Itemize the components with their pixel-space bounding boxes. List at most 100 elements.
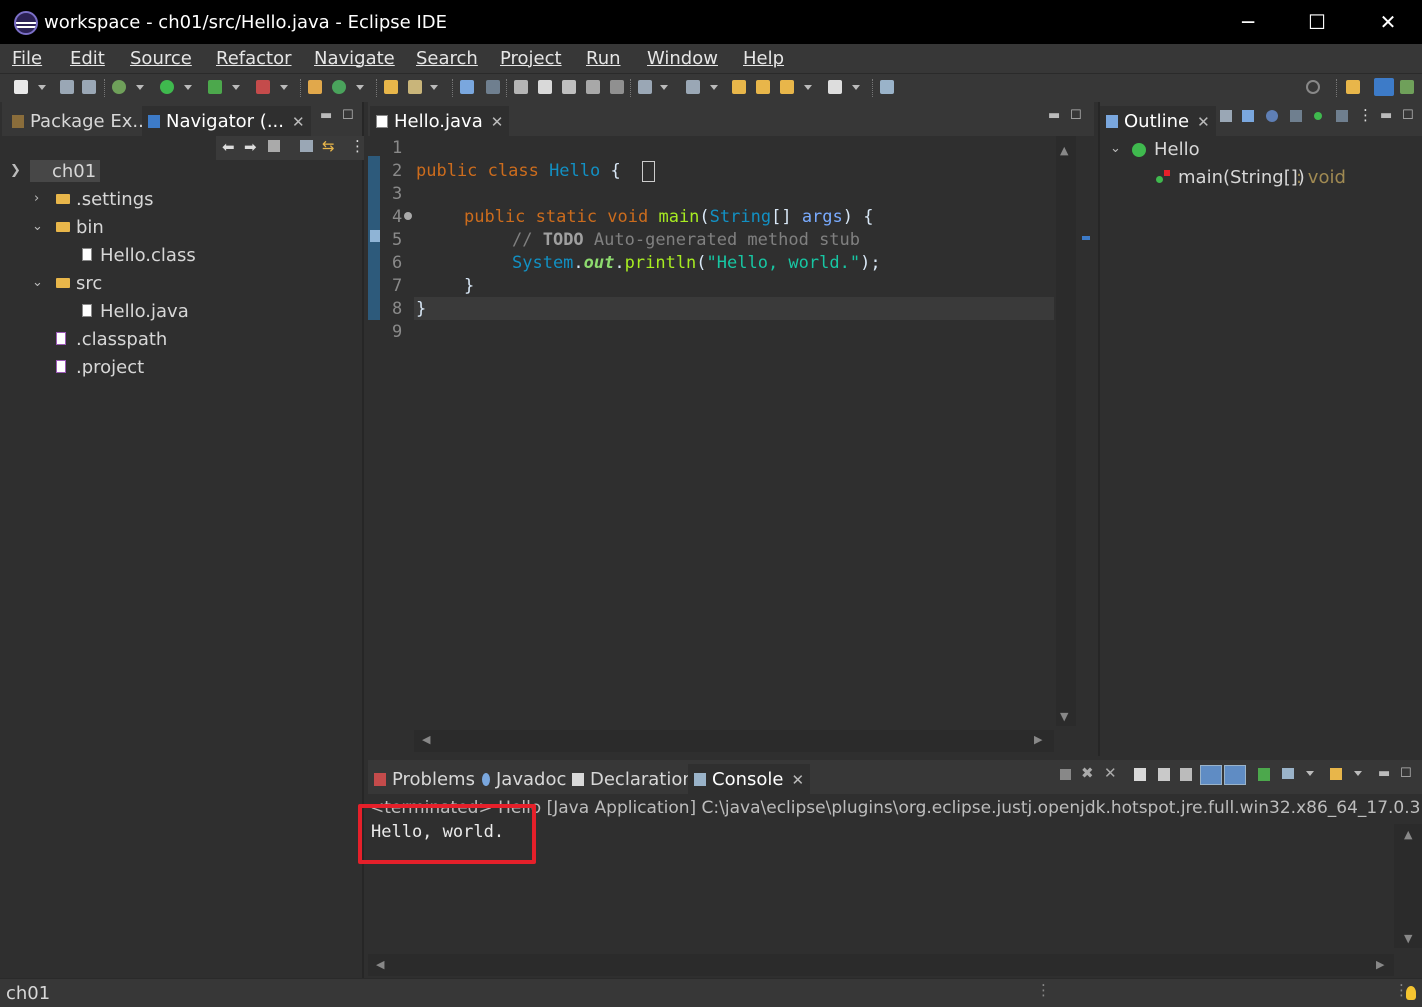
menu-file[interactable]: File <box>12 48 42 69</box>
menu-search[interactable]: Search <box>416 48 478 69</box>
scroll-up-icon[interactable]: ▲ <box>1404 828 1412 841</box>
search-icon[interactable] <box>1306 80 1320 94</box>
tree-item-project[interactable]: .project <box>2 356 362 382</box>
minimize-view-icon[interactable]: ▬ <box>1378 766 1390 781</box>
scroll-up-icon[interactable]: ▲ <box>1060 144 1068 157</box>
external-tools-icon[interactable] <box>256 80 270 94</box>
open-type-icon[interactable] <box>384 80 398 94</box>
debug-dropdown-icon[interactable] <box>136 85 144 90</box>
tab-console[interactable]: Console ✕ <box>688 764 811 794</box>
tab-declaration[interactable]: Declaration <box>566 764 700 794</box>
chevron-down-icon[interactable]: ⌄ <box>1110 141 1121 156</box>
remove-all-icon[interactable]: ✕ <box>1104 764 1117 782</box>
tab-outline[interactable]: Outline ✕ <box>1100 106 1216 136</box>
next-annotation-dropdown-icon[interactable] <box>660 85 668 90</box>
new-icon[interactable] <box>14 80 28 94</box>
editor-horizontal-scrollbar[interactable]: ◀ ▶ <box>414 730 1054 752</box>
chevron-down-icon[interactable]: ⌄ <box>32 275 43 290</box>
close-icon[interactable]: ✕ <box>791 771 804 789</box>
hide-static-icon[interactable] <box>1290 110 1302 122</box>
close-icon[interactable]: ✕ <box>491 113 504 131</box>
overview-ruler-marker[interactable] <box>1082 236 1090 240</box>
pen-icon[interactable] <box>538 80 552 94</box>
toggle-block-icon[interactable] <box>486 80 500 94</box>
java-perspective-icon[interactable] <box>1374 78 1394 96</box>
maximize-editor-icon[interactable]: ☐ <box>1070 108 1082 123</box>
remove-launch-icon[interactable]: ✖ <box>1081 764 1094 782</box>
scroll-left-icon[interactable]: ◀ <box>376 958 384 971</box>
back-icon[interactable] <box>780 80 794 94</box>
tab-hello-java[interactable]: Hello.java ✕ <box>370 106 510 136</box>
toggle-mark-icon[interactable] <box>460 80 474 94</box>
scroll-down-icon[interactable]: ▼ <box>1060 710 1068 723</box>
tab-package-explorer[interactable]: Package Ex... <box>6 106 156 136</box>
block-select-icon[interactable] <box>586 80 600 94</box>
close-icon[interactable]: ✕ <box>1197 113 1210 131</box>
back-arrow-icon[interactable]: ⬅ <box>222 138 235 156</box>
show-stderr-icon[interactable] <box>1224 765 1246 785</box>
search-dropdown-icon[interactable] <box>430 85 438 90</box>
close-window-button[interactable]: ✕ <box>1368 8 1408 36</box>
whitespace-icon[interactable] <box>610 80 624 94</box>
sort-icon[interactable] <box>1242 110 1254 122</box>
up-icon[interactable] <box>268 140 280 152</box>
maximize-view-icon[interactable]: ☐ <box>342 108 354 123</box>
show-stdout-icon[interactable] <box>1200 765 1222 785</box>
forward-arrow-icon[interactable]: ➡ <box>244 138 257 156</box>
prev-annotation-dropdown-icon[interactable] <box>710 85 718 90</box>
forward-dropdown-icon[interactable] <box>852 85 860 90</box>
scroll-right-icon[interactable]: ▶ <box>1034 733 1042 746</box>
menu-refactor[interactable]: Refactor <box>216 48 292 69</box>
scroll-down-icon[interactable]: ▼ <box>1404 932 1412 945</box>
fold-icon[interactable] <box>404 212 412 220</box>
view-menu-icon[interactable]: ⋮ <box>350 137 365 155</box>
scroll-lock-icon[interactable] <box>1158 768 1170 781</box>
outline-item-method[interactable]: main(String[]) : void <box>1100 166 1420 192</box>
minimize-view-icon[interactable]: ▬ <box>320 108 332 123</box>
new-dropdown-icon[interactable] <box>38 85 46 90</box>
coverage-dropdown-icon[interactable] <box>232 85 240 90</box>
pin-console-icon[interactable] <box>1258 768 1270 781</box>
scroll-right-icon[interactable]: ▶ <box>1376 958 1384 971</box>
maximize-button[interactable]: ☐ <box>1297 8 1337 36</box>
outline-item-class[interactable]: ⌄ Hello <box>1100 138 1420 164</box>
chevron-down-icon[interactable]: ⌄ <box>32 219 43 234</box>
open-perspective-icon[interactable] <box>1346 80 1360 94</box>
forward-icon[interactable] <box>828 80 842 94</box>
display-console-icon[interactable] <box>1282 768 1294 779</box>
tree-item-ch01[interactable]: ❯ ch01 <box>2 160 362 186</box>
terminate-icon[interactable] <box>1060 769 1071 780</box>
menu-source[interactable]: Source <box>130 48 192 69</box>
debug-perspective-icon[interactable] <box>1400 80 1414 94</box>
chevron-down-icon[interactable]: ❯ <box>10 163 21 178</box>
save-icon[interactable] <box>60 80 74 94</box>
coverage-icon[interactable] <box>208 80 222 94</box>
tree-item-bin[interactable]: ⌄ bin <box>2 216 362 242</box>
collapse-all-icon[interactable] <box>1220 110 1232 122</box>
menu-help[interactable]: Help <box>743 48 784 69</box>
new-class-dropdown-icon[interactable] <box>356 85 364 90</box>
hide-nonpublic-icon[interactable] <box>1314 112 1322 120</box>
back-dropdown-icon[interactable] <box>804 85 812 90</box>
new-java-project-icon[interactable] <box>308 80 322 94</box>
forward-edit-icon[interactable] <box>756 80 770 94</box>
open-console-icon[interactable] <box>1330 768 1342 780</box>
link-with-editor-icon[interactable]: ⇆ <box>322 137 335 155</box>
menu-project[interactable]: Project <box>500 48 562 69</box>
external-tools-dropdown-icon[interactable] <box>280 85 288 90</box>
pin-editor-icon[interactable] <box>880 80 894 94</box>
menu-window[interactable]: Window <box>647 48 718 69</box>
chevron-right-icon[interactable]: › <box>34 191 39 206</box>
display-console-dropdown-icon[interactable] <box>1306 771 1314 776</box>
run-icon[interactable] <box>160 80 174 94</box>
next-annotation-icon[interactable] <box>638 80 652 94</box>
menu-navigate[interactable]: Navigate <box>314 48 395 69</box>
tab-problems[interactable]: Problems <box>368 764 481 794</box>
maximize-view-icon[interactable]: ☐ <box>1400 766 1412 781</box>
tree-item-src[interactable]: ⌄ src <box>2 272 362 298</box>
open-console-dropdown-icon[interactable] <box>1354 771 1362 776</box>
annotation-icon[interactable] <box>514 80 528 94</box>
tree-item-settings[interactable]: › .settings <box>2 188 362 214</box>
hide-local-types-icon[interactable] <box>1336 110 1348 122</box>
tab-javadoc[interactable]: Javadoc <box>476 764 572 794</box>
